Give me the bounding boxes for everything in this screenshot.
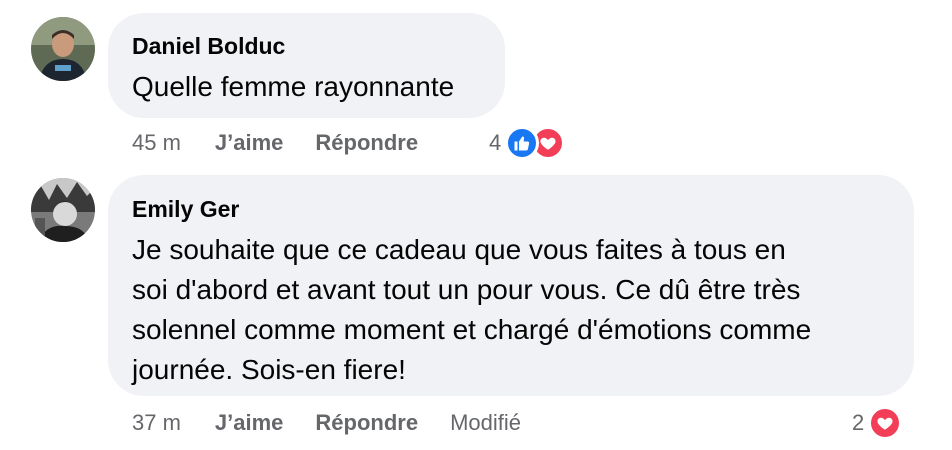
comment-bubble: Daniel Bolduc Quelle femme rayonnante (108, 13, 505, 118)
comment-text: Quelle femme rayonnante (132, 71, 455, 102)
avatar-photo-icon (31, 178, 95, 242)
like-button[interactable]: J’aime (215, 130, 284, 156)
like-button[interactable]: J’aime (215, 410, 284, 436)
reaction-summary[interactable]: 2 (852, 403, 903, 443)
reaction-summary[interactable]: 4 (489, 123, 566, 163)
comment-text-line: Je souhaite que ce cadeau que vous faite… (132, 234, 786, 265)
comment-actions: 45 m J’aime Répondre (132, 123, 450, 163)
comment-author[interactable]: Emily Ger (132, 195, 890, 223)
reply-button[interactable]: Répondre (315, 130, 418, 156)
comment-author[interactable]: Daniel Bolduc (132, 32, 481, 60)
avatar-photo-icon (31, 17, 95, 81)
comment-text-line: journée. Sois-en fiere! (132, 354, 406, 385)
comment-timestamp[interactable]: 45 m (132, 130, 181, 156)
love-icon (868, 406, 903, 440)
reaction-count: 2 (852, 410, 865, 435)
reply-button[interactable]: Répondre (315, 410, 418, 436)
comment-timestamp[interactable]: 37 m (132, 410, 181, 436)
reaction-count: 4 (489, 130, 502, 155)
avatar[interactable] (31, 178, 95, 242)
like-icon (505, 126, 540, 160)
comment-bubble: Emily Ger Je souhaite que ce cadeau que … (108, 175, 914, 396)
comment-text-line: soi d'abord et avant tout un pour vous. … (132, 274, 801, 305)
edited-label[interactable]: Modifié (450, 410, 521, 436)
comment-text-line: solennel comme moment et chargé d'émotio… (132, 314, 812, 345)
comment-text: Je souhaite que ce cadeau que vous faite… (132, 230, 890, 390)
comment-actions: 37 m J’aime Répondre Modifié (132, 403, 521, 443)
avatar[interactable] (31, 17, 95, 81)
